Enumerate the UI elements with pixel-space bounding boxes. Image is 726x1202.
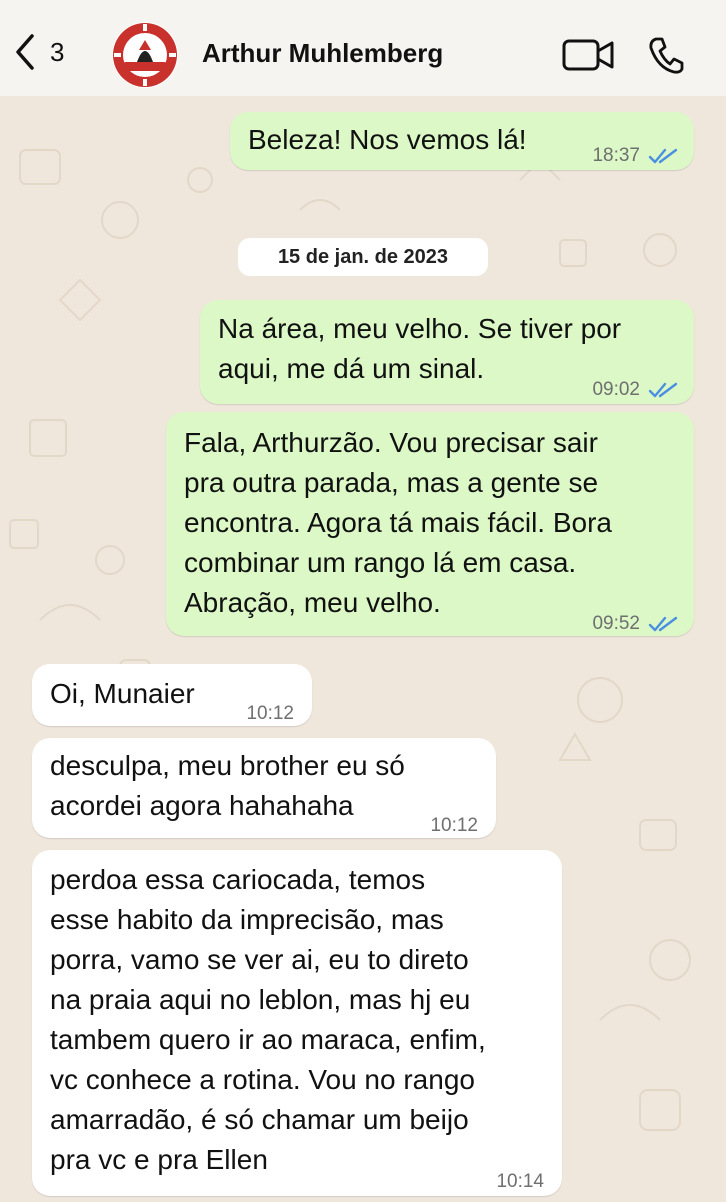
video-camera-icon: [562, 39, 614, 71]
message-bubble-incoming[interactable]: desculpa, meu brother eu só acordei agor…: [32, 738, 496, 838]
read-ticks-icon: [648, 382, 678, 398]
message-time: 10:14: [496, 1171, 544, 1192]
message-time: 09:02: [592, 379, 640, 400]
message-bubble-incoming[interactable]: perdoa essa cariocada, temos esse habito…: [32, 850, 562, 1196]
message-text: Na área, meu velho. Se tiver por aqui, m…: [218, 313, 622, 384]
message-bubble-outgoing[interactable]: Beleza! Nos vemos lá! 18:37: [230, 112, 694, 170]
message-bubble-outgoing[interactable]: Fala, Arthurzão. Vou precisar sair pra o…: [166, 412, 694, 636]
message-bubble-incoming[interactable]: Oi, Munaier 10:12: [32, 664, 312, 726]
message-time: 09:52: [592, 613, 640, 634]
voice-call-button[interactable]: [648, 36, 684, 79]
video-call-button[interactable]: [562, 38, 614, 77]
message-time: 18:37: [592, 145, 640, 166]
read-ticks-icon: [648, 616, 678, 632]
phone-icon: [649, 37, 684, 74]
message-text: Fala, Arthurzão. Vou precisar sair pra o…: [184, 427, 612, 618]
message-time: 10:12: [246, 703, 294, 724]
read-ticks-icon: [648, 148, 678, 164]
message-meta: 10:14: [496, 1162, 544, 1202]
message-text: perdoa essa cariocada, temos esse habito…: [50, 864, 486, 1175]
back-button[interactable]: 3: [14, 34, 64, 70]
message-text: Oi, Munaier: [50, 678, 195, 709]
message-meta: 10:12: [430, 806, 478, 846]
contact-avatar[interactable]: [112, 22, 178, 88]
date-separator: 15 de jan. de 2023: [238, 238, 488, 276]
message-meta: 18:37: [592, 136, 678, 176]
message-bubble-outgoing[interactable]: Na área, meu velho. Se tiver por aqui, m…: [200, 300, 694, 404]
message-time: 10:12: [430, 815, 478, 836]
message-meta: 09:52: [592, 604, 678, 644]
message-text: desculpa, meu brother eu só acordei agor…: [50, 750, 405, 821]
unread-count: 3: [50, 36, 65, 67]
contact-name[interactable]: Arthur Muhlemberg: [202, 38, 443, 69]
message-text: Beleza! Nos vemos lá!: [248, 124, 527, 155]
chevron-left-icon: [16, 34, 34, 70]
message-meta: 10:12: [246, 694, 294, 734]
chat-header: 3 Arthur Muhlemberg: [0, 0, 726, 96]
message-meta: 09:02: [592, 370, 678, 410]
avatar-logo: [113, 23, 177, 87]
